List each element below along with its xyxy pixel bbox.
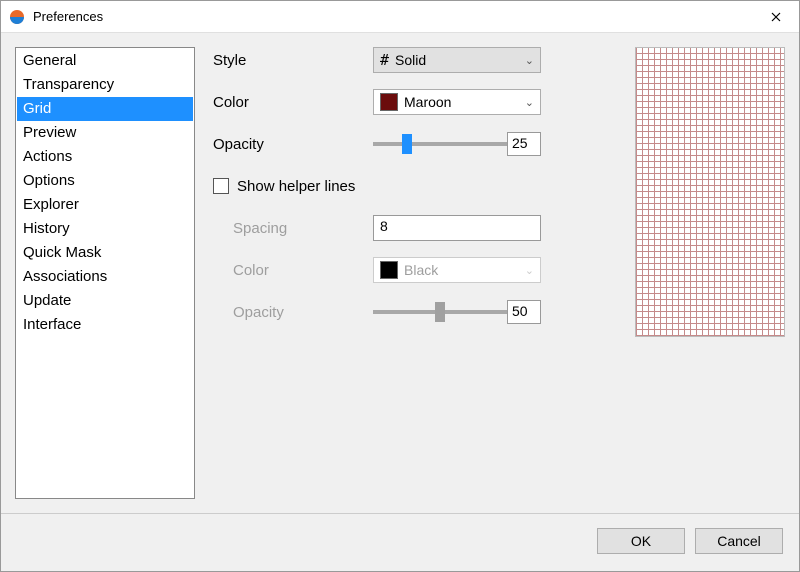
sidebar-item-options[interactable]: Options xyxy=(17,169,193,193)
sidebar-item-actions[interactable]: Actions xyxy=(17,145,193,169)
helper-spacing-input[interactable]: 8 xyxy=(373,215,541,241)
helper-color-value: Black xyxy=(404,262,438,278)
sidebar-item-quick-mask[interactable]: Quick Mask xyxy=(17,241,193,265)
helper-color-dropdown: Black ⌄ xyxy=(373,257,541,283)
cancel-button[interactable]: Cancel xyxy=(695,528,783,554)
grid-style-icon: # xyxy=(380,51,389,69)
sidebar-item-update[interactable]: Update xyxy=(17,289,193,313)
show-helper-lines-label: Show helper lines xyxy=(237,178,355,195)
helper-opacity-input: 50 xyxy=(507,300,541,324)
ok-button[interactable]: OK xyxy=(597,528,685,554)
sidebar-item-explorer[interactable]: Explorer xyxy=(17,193,193,217)
style-dropdown[interactable]: # Solid ⌄ xyxy=(373,47,541,73)
chevron-down-icon: ⌄ xyxy=(525,96,534,109)
grid-preview xyxy=(635,47,785,337)
helper-opacity-slider xyxy=(373,302,507,322)
sidebar-item-history[interactable]: History xyxy=(17,217,193,241)
sidebar-item-preview[interactable]: Preview xyxy=(17,121,193,145)
style-label: Style xyxy=(213,52,373,69)
sidebar-item-associations[interactable]: Associations xyxy=(17,265,193,289)
titlebar: Preferences xyxy=(1,1,799,33)
helper-spacing-label: Spacing xyxy=(213,220,373,237)
helper-color-label: Color xyxy=(213,262,373,279)
style-value: Solid xyxy=(395,52,426,68)
opacity-slider[interactable] xyxy=(373,134,507,154)
category-list[interactable]: General Transparency Grid Preview Action… xyxy=(15,47,195,499)
sidebar-item-interface[interactable]: Interface xyxy=(17,313,193,337)
sidebar-item-general[interactable]: General xyxy=(17,49,193,73)
opacity-input[interactable]: 25 xyxy=(507,132,541,156)
color-value: Maroon xyxy=(404,94,451,110)
helper-opacity-label: Opacity xyxy=(213,304,373,321)
sidebar-item-grid[interactable]: Grid xyxy=(17,97,193,121)
close-button[interactable] xyxy=(753,1,799,33)
chevron-down-icon: ⌄ xyxy=(525,54,534,67)
sidebar-item-transparency[interactable]: Transparency xyxy=(17,73,193,97)
color-swatch xyxy=(380,93,398,111)
window-title: Preferences xyxy=(33,9,103,24)
color-dropdown[interactable]: Maroon ⌄ xyxy=(373,89,541,115)
chevron-down-icon: ⌄ xyxy=(525,264,534,277)
show-helper-lines-checkbox[interactable]: Show helper lines xyxy=(213,178,355,195)
checkbox-box xyxy=(213,178,229,194)
settings-panel: Style # Solid ⌄ Color Maroon ⌄ Opacity xyxy=(213,47,785,499)
app-icon xyxy=(9,9,25,25)
opacity-label: Opacity xyxy=(213,136,373,153)
dialog-footer: OK Cancel xyxy=(1,513,799,557)
color-label: Color xyxy=(213,94,373,111)
close-icon xyxy=(771,12,781,22)
content-area: General Transparency Grid Preview Action… xyxy=(1,33,799,513)
helper-color-swatch xyxy=(380,261,398,279)
